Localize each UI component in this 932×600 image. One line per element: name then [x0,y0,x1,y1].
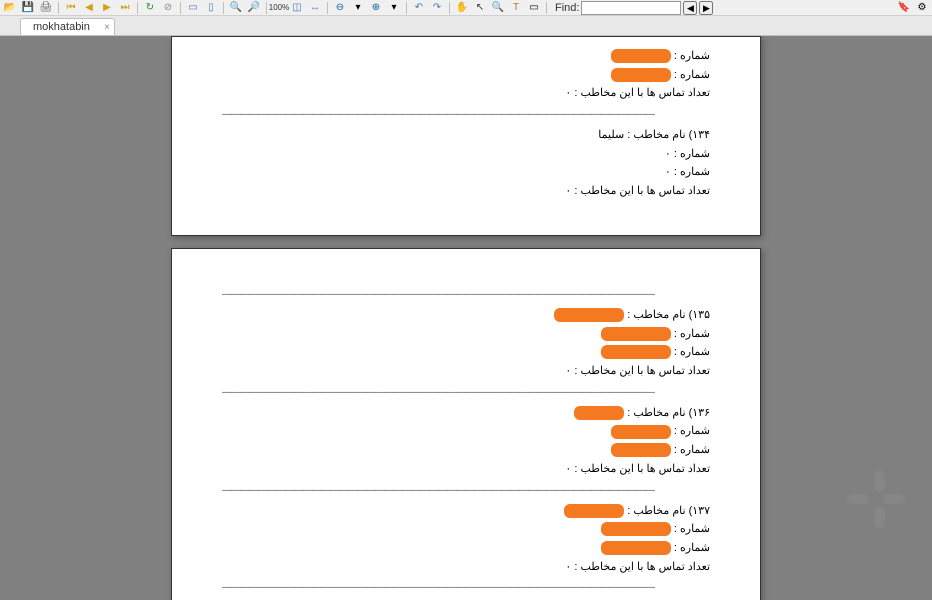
toolbar-separator [449,2,450,14]
toolbar-separator [406,2,407,14]
redacted-value [554,308,624,322]
contact-line: شماره : [222,422,710,441]
open-icon[interactable]: 📂 [2,1,18,15]
stop-icon[interactable]: ⊘ [160,1,176,15]
find-prev-button[interactable]: ◀ [683,1,697,15]
zoom-100-icon[interactable]: 100% [271,1,287,15]
next-page-icon[interactable]: ▶ [99,1,115,15]
contact-entry: ۱۳۷) نام مخاطب : شماره : شماره : تعداد ت… [222,502,710,577]
redacted-value [611,443,671,457]
redacted-value [574,406,624,420]
contact-line: شماره : [222,441,710,460]
contact-line: ۱۳۴) نام مخاطب : سلیما [222,126,710,145]
contact-entry: ۱۳۶) نام مخاطب : شماره : شماره : تعداد ت… [222,404,710,479]
contact-line: ۱۳۵) نام مخاطب : [222,306,710,325]
redacted-value [611,49,671,63]
contact-line: تعداد تماس ها با این مخاطب : ۰ [222,84,710,103]
settings-icon[interactable]: ⚙ [914,1,930,15]
contact-line: تعداد تماس ها با این مخاطب : ۰ [222,558,710,577]
single-page-icon[interactable]: ▭ [185,1,201,15]
save-icon[interactable]: 💾 [20,1,36,15]
reload-icon[interactable]: ↻ [142,1,158,15]
redacted-value [601,345,671,359]
hand-tool-icon[interactable]: ✋ [454,1,470,15]
toolbar-separator [58,2,59,14]
contact-line: شماره : [222,66,710,85]
contact-line: تعداد تماس ها با این مخاطب : ۰ [222,182,710,201]
entry-divider: ————————————————————————————————————————… [222,582,710,593]
contact-line: شماره : [222,47,710,66]
select-tool-icon[interactable]: ↖ [472,1,488,15]
zoom-dropdown-icon[interactable]: ▾ [386,1,402,15]
document-page: ————————————————————————————————————————… [171,248,761,600]
fit-width-icon[interactable]: ↔ [307,1,323,15]
entry-divider: ————————————————————————————————————————… [222,387,710,398]
print-icon[interactable]: 🖨 [38,1,54,15]
entry-divider: ————————————————————————————————————————… [222,485,710,496]
zoom-dropdown-icon[interactable]: ▾ [350,1,366,15]
continuous-icon[interactable]: ▯ [203,1,219,15]
close-tab-icon[interactable]: × [104,22,110,33]
first-page-icon[interactable]: ⏮ [63,1,79,15]
redacted-value [611,425,671,439]
find-tool-icon[interactable]: 🔍 [490,1,506,15]
contact-line: شماره : [222,343,710,362]
contact-entry: ۱۳۵) نام مخاطب : شماره : شماره : تعداد ت… [222,306,710,381]
toolbar-separator [223,2,224,14]
contact-line: شماره : [222,325,710,344]
contact-entry: شماره : شماره : تعداد تماس ها با این مخا… [222,47,710,103]
zoom-in-icon[interactable]: 🔎 [246,1,262,15]
zoom-out-icon[interactable]: 🔍 [228,1,244,15]
text-tool-icon[interactable]: T [508,1,524,15]
document-page: شماره : شماره : تعداد تماس ها با این مخا… [171,36,761,236]
redacted-value [601,541,671,555]
redacted-value [601,327,671,341]
toolbar-separator [180,2,181,14]
main-toolbar: 📂 💾 🖨 ⏮ ◀ ▶ ⏭ ↻ ⊘ ▭ ▯ 🔍 🔎 100% ◫ ↔ ⊖ ▾ ⊕… [0,0,932,16]
redacted-value [564,504,624,518]
toolbar-separator [327,2,328,14]
zoom-minus-icon[interactable]: ⊖ [332,1,348,15]
contact-entry: ۱۳۴) نام مخاطب : سلیما شماره : ۰ شماره :… [222,126,710,201]
tab-title: mokhatabin [33,21,90,33]
prev-page-icon[interactable]: ◀ [81,1,97,15]
document-tab[interactable]: mokhatabin × [20,18,115,35]
bookmark-icon[interactable]: 🔖 [896,1,912,15]
contact-line: شماره : ۰ [222,163,710,182]
redacted-value [601,522,671,536]
contact-line: شماره : [222,539,710,558]
contact-line: ۱۳۶) نام مخاطب : [222,404,710,423]
marquee-tool-icon[interactable]: ▭ [526,1,542,15]
fit-page-icon[interactable]: ◫ [289,1,305,15]
last-page-icon[interactable]: ⏭ [117,1,133,15]
contact-line: شماره : ۰ [222,145,710,164]
app-watermark-icon [840,463,912,540]
contact-line: ۱۳۷) نام مخاطب : [222,502,710,521]
entry-divider: ————————————————————————————————————————… [222,289,710,300]
toolbar-separator [137,2,138,14]
toolbar-separator [546,2,547,14]
find-input[interactable] [581,1,681,15]
contact-line: شماره : [222,520,710,539]
find-next-button[interactable]: ▶ [699,1,713,15]
contact-line: تعداد تماس ها با این مخاطب : ۰ [222,460,710,479]
rotate-right-icon[interactable]: ↷ [429,1,445,15]
find-label: Find: [555,2,579,14]
zoom-plus-icon[interactable]: ⊕ [368,1,384,15]
redacted-value [611,68,671,82]
entry-divider: ————————————————————————————————————————… [222,109,710,120]
contact-line: تعداد تماس ها با این مخاطب : ۰ [222,362,710,381]
rotate-left-icon[interactable]: ↶ [411,1,427,15]
tab-bar: mokhatabin × [0,16,932,36]
toolbar-separator [266,2,267,14]
document-viewport[interactable]: شماره : شماره : تعداد تماس ها با این مخا… [0,36,932,600]
page-container: شماره : شماره : تعداد تماس ها با این مخا… [171,36,761,600]
